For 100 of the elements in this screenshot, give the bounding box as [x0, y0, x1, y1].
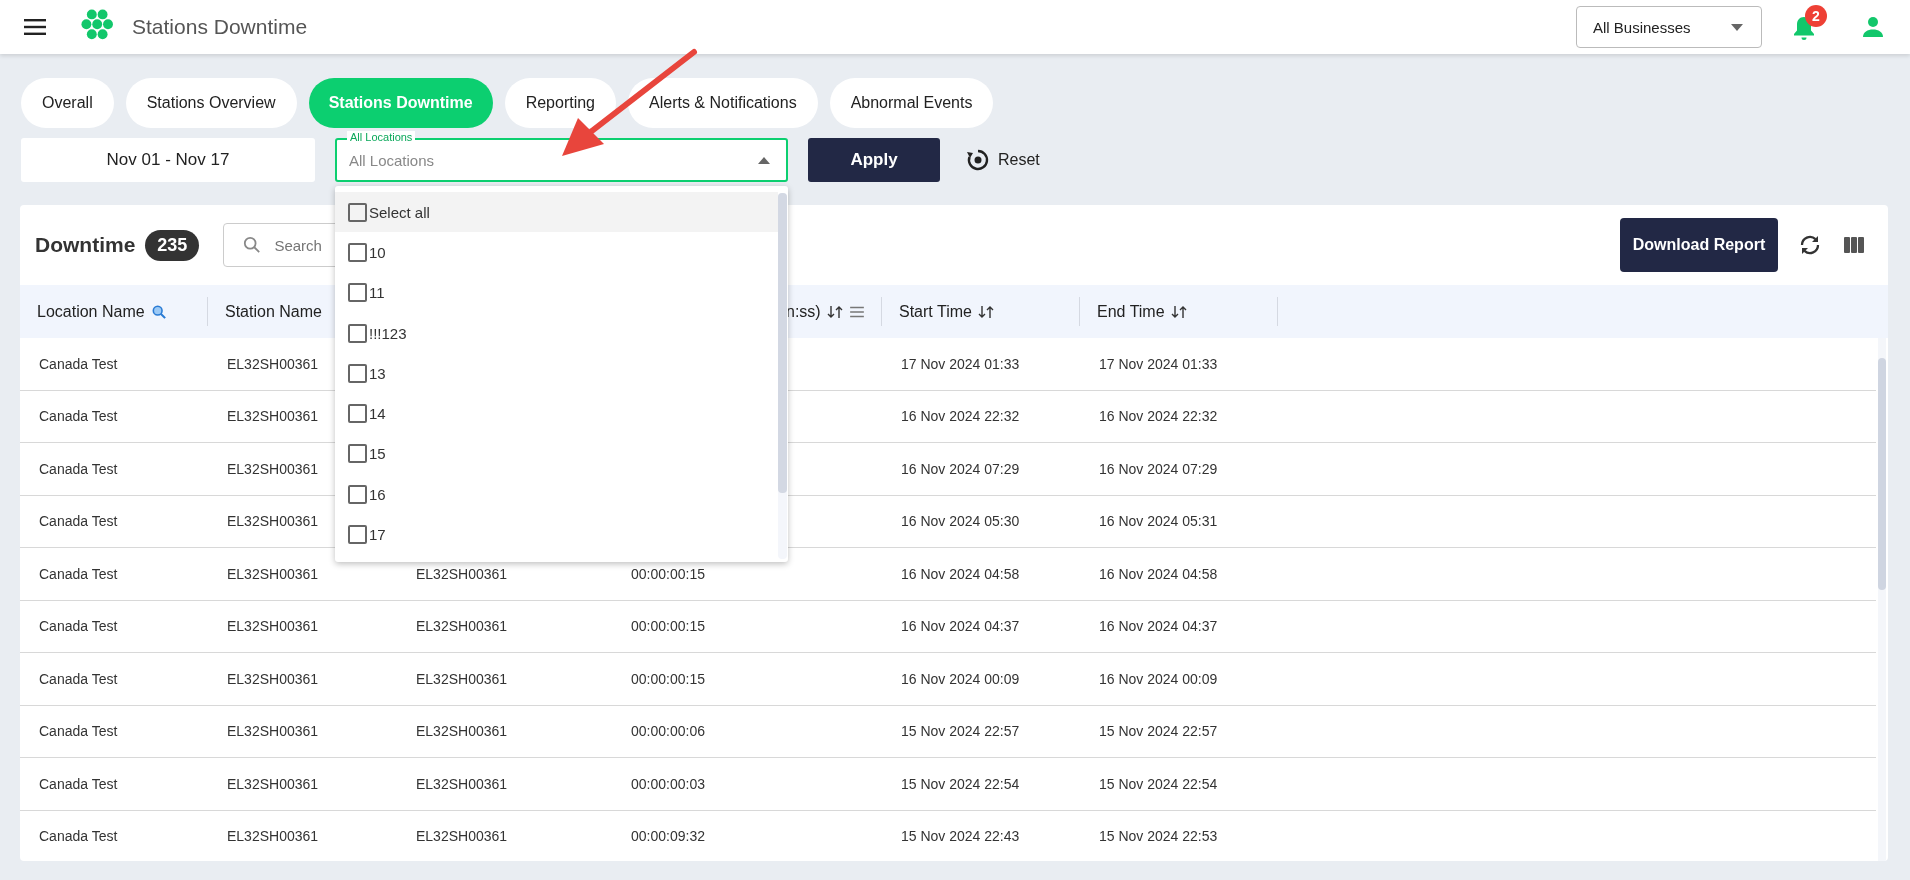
table-cell: 00:00:00:15 — [631, 670, 705, 687]
table-cell: 00:00:09:32 — [631, 828, 705, 845]
checkbox[interactable] — [348, 202, 367, 222]
table-cell: EL32SH00361 — [227, 828, 319, 845]
checkbox[interactable] — [348, 283, 367, 303]
table-cell: EL32SH00361 — [416, 775, 508, 792]
menu-icon[interactable] — [24, 19, 46, 35]
tab[interactable]: Abnormal Events — [829, 78, 994, 128]
column-header[interactable]: Location Name — [37, 302, 145, 321]
column-header[interactable]: End Time — [1097, 302, 1165, 321]
column-header[interactable]: Station Name — [225, 302, 322, 321]
location-option[interactable]: 15 — [335, 433, 778, 475]
table-cell: 15 Nov 2024 22:57 — [901, 723, 1020, 740]
page-title: Stations Downtime — [132, 15, 308, 39]
table-cell: 16 Nov 2024 22:32 — [1099, 408, 1218, 425]
table-cell: Canada Test — [39, 828, 118, 845]
checkbox[interactable] — [348, 525, 367, 544]
table-cell: EL32SH00361 — [416, 565, 508, 582]
table-cell: EL32SH00361 — [227, 723, 319, 740]
table-cell: 17 Nov 2024 01:33 — [901, 355, 1020, 372]
table-cell: EL32SH00361 — [227, 565, 319, 582]
notification-count: 2 — [1805, 5, 1827, 27]
checkbox[interactable] — [348, 404, 367, 424]
table-cell: 00:00:00:15 — [631, 618, 705, 635]
checkbox[interactable] — [348, 363, 367, 383]
scrollbar[interactable] — [778, 193, 787, 559]
table-cell: EL32SH00361 — [227, 775, 319, 792]
refresh-icon[interactable] — [1798, 233, 1822, 257]
download-report-button[interactable]: Download Report — [1620, 218, 1778, 272]
date-range-field[interactable]: Nov 01 - Nov 17 — [21, 138, 315, 182]
tab[interactable]: Stations Overview — [125, 78, 297, 128]
tab[interactable]: Reporting — [504, 78, 616, 128]
table-cell: EL32SH00361 — [227, 670, 319, 687]
table-cell: 16 Nov 2024 07:29 — [1099, 460, 1218, 477]
table-cell: EL32SH00361 — [227, 513, 319, 530]
apply-button[interactable]: Apply — [808, 138, 940, 182]
table-cell: EL32SH00361 — [416, 618, 508, 635]
table-cell: 16 Nov 2024 05:30 — [901, 513, 1020, 530]
location-option[interactable]: 16 — [335, 474, 778, 515]
table-cell: 00:00:00:06 — [631, 723, 705, 740]
checkbox[interactable] — [348, 323, 367, 343]
table-cell: EL32SH00361 — [227, 618, 319, 635]
table-cell: 16 Nov 2024 04:58 — [901, 565, 1020, 582]
table-cell: 17 Nov 2024 01:33 — [1099, 355, 1218, 372]
table-cell: 16 Nov 2024 07:29 — [901, 460, 1020, 477]
column-header[interactable]: Start Time — [899, 302, 972, 321]
business-select[interactable]: All Businesses — [1576, 6, 1762, 48]
table-cell: Canada Test — [39, 565, 118, 582]
table-cell: 16 Nov 2024 22:32 — [901, 408, 1020, 425]
table-cell: EL32SH00361 — [416, 723, 508, 740]
location-option[interactable]: 17 — [335, 514, 778, 555]
table-cell: Canada Test — [39, 408, 118, 425]
table-cell: Canada Test — [39, 513, 118, 530]
caret-icon — [1731, 23, 1743, 31]
sort-icon[interactable] — [977, 304, 994, 319]
checkbox[interactable] — [348, 444, 367, 464]
table-cell: EL32SH00361 — [227, 460, 319, 477]
checkbox[interactable] — [348, 242, 367, 262]
reset-icon — [966, 148, 990, 172]
table-cell: 16 Nov 2024 00:09 — [901, 670, 1020, 687]
count-badge: 235 — [145, 229, 200, 261]
scrollbar[interactable] — [1878, 338, 1886, 861]
table-cell: Canada Test — [39, 355, 118, 372]
checkbox[interactable] — [348, 484, 367, 504]
location-option[interactable]: !!!123 — [335, 312, 778, 354]
table-cell: 00:00:00:03 — [631, 775, 705, 792]
tab[interactable]: Overall — [21, 78, 114, 128]
search-icon — [243, 236, 262, 254]
location-option[interactable]: 10 — [335, 232, 778, 273]
sort-icon[interactable] — [1170, 304, 1187, 319]
search-icon[interactable] — [150, 304, 167, 319]
table-cell: 15 Nov 2024 22:53 — [1099, 828, 1218, 845]
card-title: Downtime — [35, 233, 136, 257]
table-cell: 15 Nov 2024 22:43 — [901, 828, 1020, 845]
field-label: All Locations — [347, 131, 416, 144]
table-cell: 16 Nov 2024 04:58 — [1099, 565, 1218, 582]
table-cell: 16 Nov 2024 05:31 — [1099, 513, 1218, 530]
location-option[interactable]: 11 — [335, 272, 778, 313]
location-option[interactable]: 14 — [335, 393, 778, 434]
location-option[interactable]: Select all — [335, 192, 778, 233]
table-cell: EL32SH00361 — [227, 355, 319, 372]
table-cell: 16 Nov 2024 04:37 — [1099, 618, 1218, 635]
table-cell: 15 Nov 2024 22:54 — [1099, 775, 1218, 792]
table-cell: EL32SH00361 — [416, 670, 508, 687]
table-cell: Canada Test — [39, 618, 118, 635]
caret-icon[interactable] — [758, 157, 770, 164]
table-cell: EL32SH00361 — [416, 828, 508, 845]
table-cell: Canada Test — [39, 460, 118, 477]
table-cell: Canada Test — [39, 670, 118, 687]
table-cell: 16 Nov 2024 00:09 — [1099, 670, 1218, 687]
reset-button[interactable]: Reset — [966, 148, 1040, 172]
table-cell: Canada Test — [39, 723, 118, 740]
table-cell: 00:00:00:15 — [631, 565, 705, 582]
table-cell: 15 Nov 2024 22:57 — [1099, 723, 1218, 740]
sort-icon[interactable] — [826, 304, 843, 319]
tab[interactable]: Alerts & Notifications — [628, 78, 818, 128]
location-option[interactable]: 13 — [335, 353, 778, 394]
table-cell: 16 Nov 2024 04:37 — [901, 618, 1020, 635]
table-cell: EL32SH00361 — [227, 408, 319, 425]
table-cell: Canada Test — [39, 775, 118, 792]
